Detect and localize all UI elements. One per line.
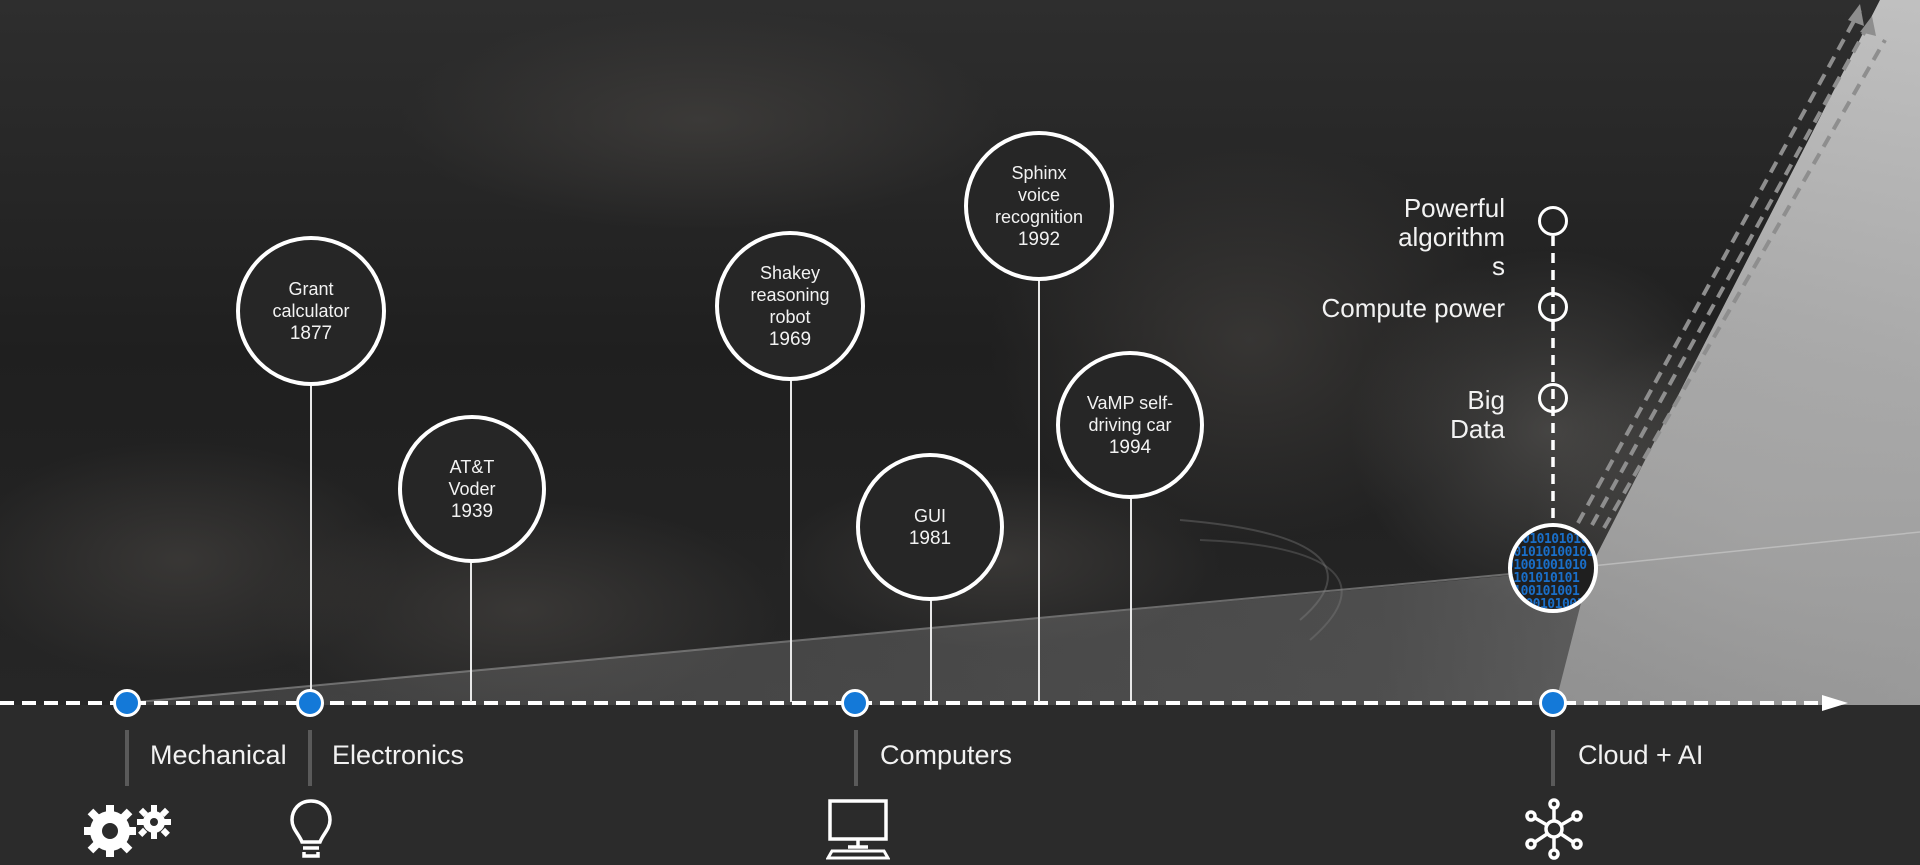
era-label-mechanical: Mechanical xyxy=(150,740,287,770)
era-divider xyxy=(854,730,858,786)
era-marker-cloud-ai xyxy=(1539,689,1567,717)
event-title: Sphinx voice recognition xyxy=(994,162,1084,227)
event-title: Grant calculator xyxy=(272,278,350,321)
event-stem xyxy=(1130,495,1132,702)
event-vamp: VaMP self- driving car 1994 xyxy=(1056,351,1204,499)
era-marker-electronics xyxy=(296,689,324,717)
event-stem xyxy=(790,375,792,702)
driver-label-compute: Compute power xyxy=(1321,293,1505,323)
era-divider xyxy=(308,730,312,786)
event-sphinx: Sphinx voice recognition 1992 xyxy=(964,131,1114,281)
gears-icon xyxy=(84,805,171,857)
driver-marker-data xyxy=(1538,383,1568,413)
event-shakey-robot: Shakey reasoning robot 1969 xyxy=(715,231,865,381)
era-label-computers: Computers xyxy=(880,740,1013,770)
era-marker-mechanical xyxy=(113,689,141,717)
era-divider xyxy=(125,730,129,786)
event-gui: GUI 1981 xyxy=(856,453,1004,601)
event-year: 1969 xyxy=(768,328,812,350)
event-stem xyxy=(310,380,312,702)
background-graphic xyxy=(0,0,1920,865)
event-title: VaMP self- driving car xyxy=(1086,392,1174,435)
driver-marker-compute xyxy=(1538,292,1568,322)
era-marker-computers xyxy=(841,689,869,717)
event-title: GUI xyxy=(913,505,946,526)
era-label-cloud-ai: Cloud + AI xyxy=(1578,740,1704,770)
event-stem xyxy=(930,598,932,702)
timeline-slide: Grant calculator 1877 AT&T Voder 1939 Sh… xyxy=(0,0,1920,865)
event-year: 1981 xyxy=(908,527,952,549)
event-year: 1992 xyxy=(1017,228,1061,250)
binary-data-icon: 0101010101 0010101001010 01001001010 010… xyxy=(1508,523,1598,613)
era-divider xyxy=(1551,730,1555,786)
event-stem xyxy=(470,560,472,702)
era-label-electronics: Electronics xyxy=(332,740,465,770)
event-stem xyxy=(1038,276,1040,702)
event-grant-calculator: Grant calculator 1877 xyxy=(236,236,386,386)
event-year: 1994 xyxy=(1108,436,1152,458)
event-att-voder: AT&T Voder 1939 xyxy=(398,415,546,563)
driver-label-algorithms: Powerful algorithm s xyxy=(1398,193,1505,281)
network-icon xyxy=(1525,798,1583,860)
driver-marker-algorithms xyxy=(1538,206,1568,236)
event-title: Shakey reasoning robot xyxy=(750,262,830,327)
event-title: AT&T Voder xyxy=(448,456,496,499)
event-year: 1877 xyxy=(289,322,333,344)
lightbulb-icon xyxy=(290,799,332,858)
event-year: 1939 xyxy=(450,500,494,522)
driver-label-data: Big Data xyxy=(1450,385,1505,444)
computer-icon xyxy=(826,799,890,860)
